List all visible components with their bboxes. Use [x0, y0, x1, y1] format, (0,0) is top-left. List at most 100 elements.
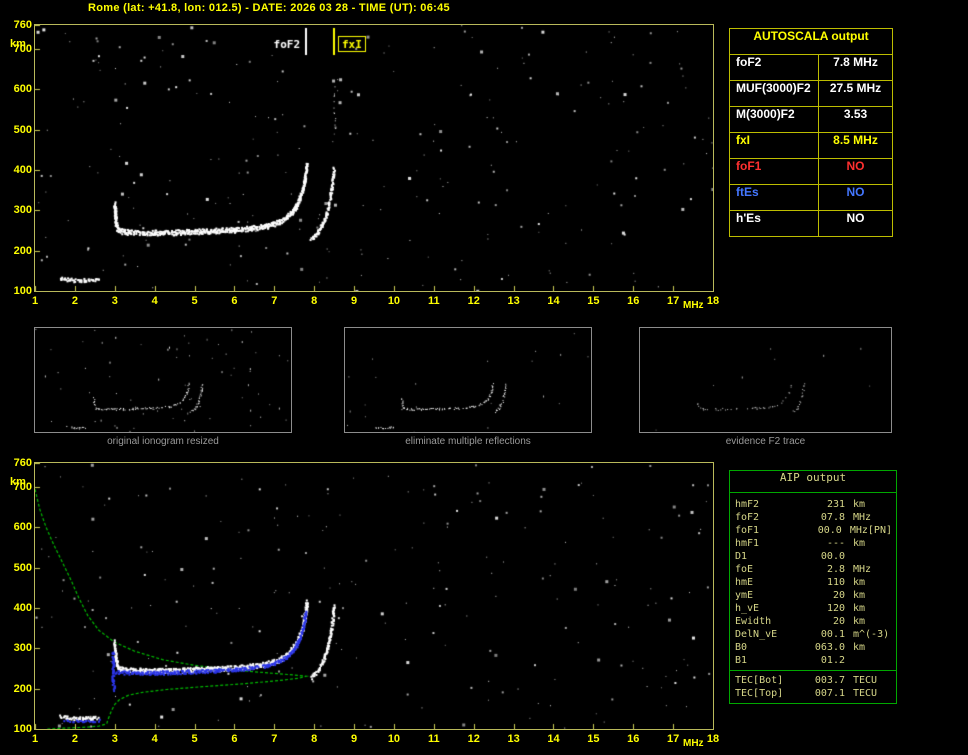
aip-row-D1: D1 00.0 — [730, 550, 896, 563]
top-ionogram-xtick-7: 7 — [271, 295, 278, 307]
bottom-ionogram-canvas — [35, 463, 713, 729]
autoscala-param-label: ftEs — [730, 185, 819, 210]
aip-row-hmF2: hmF2 231 km — [730, 498, 896, 511]
bottom-ionogram-ytick-700: 700 — [13, 481, 32, 494]
autoscala-param-label: foF1 — [730, 159, 819, 184]
top-ionogram-xtick-13: 13 — [507, 295, 520, 307]
aip-param-label: B0 — [735, 642, 748, 653]
top-ionogram-xtick-17: 17 — [666, 295, 680, 307]
bottom-x-unit-label: MHz — [683, 738, 704, 749]
panel-original-ionogram-canvas — [35, 328, 291, 432]
aip-row-TEC[Top]: TEC[Top] 007.1 TECU — [730, 687, 896, 700]
autoscala-row-foF2: foF2 7.8 MHz — [730, 55, 892, 81]
aip-param-unit: m^(-3) — [853, 629, 890, 640]
aip-row-foF2: foF2 07.8 MHz — [730, 511, 896, 524]
bottom-ionogram-xtick-14: 14 — [547, 733, 560, 745]
autoscala-row-h'Es: h'Es NO — [730, 211, 892, 236]
panel-caption-evidence: evidence F2 trace — [725, 436, 806, 447]
aip-param-label: hmE — [735, 577, 754, 588]
aip-param-label: ymE — [735, 590, 754, 601]
aip-param-value: 20 — [832, 590, 845, 601]
aip-output-table: AIP output hmF2 231 km foF2 07.8 MHz foF1 00.0 MH… — [729, 470, 897, 704]
panel-eliminate-reflections-canvas — [345, 328, 591, 432]
bottom-ionogram-xtick-3: 3 — [111, 733, 118, 745]
aip-param-label: TEC[Bot] — [735, 675, 784, 686]
bottom-ionogram-xtick-10: 10 — [387, 733, 401, 745]
bottom-ionogram-ytick-500: 500 — [13, 561, 32, 574]
autoscala-row-foF1: foF1 NO — [730, 159, 892, 185]
aip-param-unit: km — [853, 538, 866, 549]
autoscala-screen: Rome (lat: +41.8, lon: 012.5) - DATE: 20… — [0, 0, 968, 755]
top-ionogram-xtick-18: 18 — [706, 295, 720, 307]
aip-param-value: 07.8 — [820, 512, 845, 523]
aip-param-label: foE — [735, 564, 754, 575]
autoscala-param-label: MUF(3000)F2 — [730, 81, 819, 106]
aip-param-unit: MHz — [853, 564, 872, 575]
aip-param-value: 00.1 — [820, 629, 845, 640]
aip-param-unit: km — [853, 603, 866, 614]
aip-param-unit: TECU — [853, 688, 878, 699]
bottom-ionogram-ytick-200: 200 — [13, 682, 32, 695]
panel-caption-original: original ionogram resized — [107, 436, 219, 447]
aip-param-unit: km — [853, 616, 866, 627]
bottom-ionogram-xtick-12: 12 — [467, 733, 480, 745]
top-ionogram-xtick-2: 2 — [71, 295, 78, 307]
autoscala-param-value: 7.8 MHz — [833, 55, 878, 69]
aip-param-value: 20 — [832, 616, 845, 627]
autoscala-param-value: NO — [846, 211, 865, 225]
aip-row-hmE: hmE 110 km — [730, 576, 896, 589]
bottom-ionogram-ytick-760: 760 — [13, 457, 32, 469]
bottom-ionogram-ytick-400: 400 — [13, 602, 32, 615]
aip-row-DelN_vE: DelN_vE 00.1 m^(-3) — [730, 628, 896, 641]
bottom-ionogram-xtick-9: 9 — [350, 733, 358, 745]
top-ionogram-xtick-14: 14 — [547, 295, 560, 307]
autoscala-param-label: M(3000)F2 — [730, 107, 819, 132]
bottom-ionogram-ytick-600: 600 — [13, 521, 32, 534]
top-ionogram-xtick-3: 3 — [111, 295, 118, 307]
bottom-ionogram-xtick-11: 11 — [427, 733, 440, 745]
top-ionogram-ytick-760: 760 — [13, 19, 32, 31]
top-x-unit-label: MHz — [683, 300, 704, 311]
aip-table-header: AIP output — [730, 471, 896, 493]
aip-param-value: 110 — [826, 577, 845, 588]
autoscala-param-label: fxI — [730, 133, 819, 158]
aip-param-unit: km — [853, 499, 866, 510]
aip-row-TEC[Bot]: TEC[Bot] 003.7 TECU — [730, 670, 896, 687]
aip-row-hmF1: hmF1 --- km — [730, 537, 896, 550]
bottom-ionogram-xtick-16: 16 — [627, 733, 640, 745]
aip-param-value: 003.7 — [814, 675, 845, 686]
autoscala-row-M(3000)F2: M(3000)F2 3.53 — [730, 107, 892, 133]
aip-row-ymE: ymE 20 km — [730, 589, 896, 602]
aip-param-label: foF1 — [735, 525, 760, 536]
aip-param-value: 007.1 — [814, 688, 845, 699]
autoscala-param-label: h'Es — [730, 211, 819, 236]
bottom-ionogram-xtick-18: 18 — [706, 733, 720, 745]
aip-param-label: h_vE — [735, 603, 760, 614]
autoscala-output-table: AUTOSCALA output foF2 7.8 MHz MUF(3000)F2 27… — [729, 28, 893, 237]
autoscala-row-ftEs: ftEs NO — [730, 185, 892, 211]
panel-evidence-f2-trace — [639, 327, 892, 433]
aip-param-value: 2.8 — [826, 564, 845, 575]
aip-param-value: --- — [826, 538, 845, 549]
top-ionogram-ytick-200: 200 — [13, 244, 32, 257]
top-ionogram-xtick-15: 15 — [587, 295, 600, 307]
aip-param-value: 01.2 — [820, 655, 845, 666]
top-ionogram-ytick-600: 600 — [13, 83, 32, 96]
aip-param-value: 063.0 — [814, 642, 845, 653]
autoscala-table-header: AUTOSCALA output — [730, 29, 892, 55]
aip-param-value: 231 — [826, 499, 845, 510]
top-ionogram-ytick-300: 300 — [13, 204, 32, 217]
bottom-ionogram-ytick-300: 300 — [13, 642, 32, 655]
top-ionogram-xtick-6: 6 — [231, 295, 238, 307]
aip-param-unit: TECU — [853, 675, 878, 686]
panel-eliminate-reflections — [344, 327, 592, 433]
bottom-ionogram-xtick-4: 4 — [151, 733, 158, 745]
autoscala-param-label: foF2 — [730, 55, 819, 80]
aip-param-note: [PN] — [867, 525, 892, 536]
aip-param-label: TEC[Top] — [735, 688, 784, 699]
aip-param-label: hmF1 — [735, 538, 760, 549]
panel-evidence-f2-trace-canvas — [640, 328, 891, 432]
top-ionogram-plot — [34, 24, 714, 292]
aip-param-label: D1 — [735, 551, 748, 562]
panel-original-ionogram — [34, 327, 292, 433]
